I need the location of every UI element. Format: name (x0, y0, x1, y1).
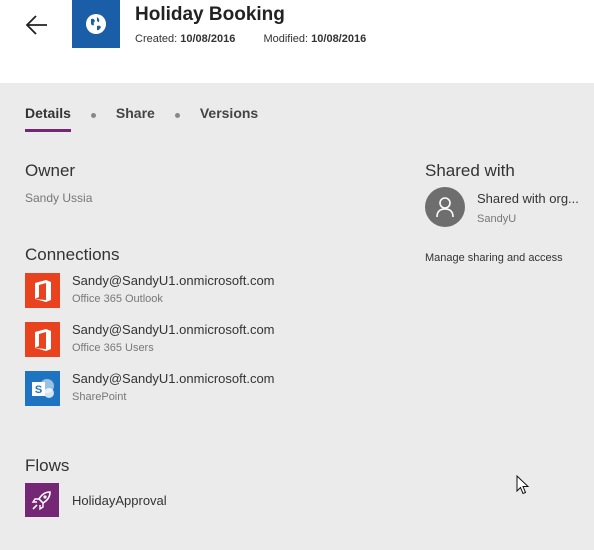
svg-text:S: S (34, 384, 41, 396)
modified-label: Modified: (263, 33, 309, 45)
mouse-cursor-icon (516, 475, 530, 495)
shared-entry-user: SandyU (477, 213, 517, 225)
shared-entry-name: Shared with org... (477, 191, 579, 206)
modified-value: 10/08/2016 (311, 33, 367, 45)
shared-with-heading: Shared with (425, 161, 515, 180)
app-title: Holiday Booking (135, 4, 285, 25)
office-icon (25, 273, 60, 308)
connection-account: Sandy@SandyU1.onmicrosoft.com (72, 273, 275, 288)
connections-heading: Connections (25, 245, 120, 264)
rocket-icon (25, 483, 59, 517)
back-button[interactable] (22, 10, 52, 40)
connection-service: Office 365 Outlook (72, 293, 163, 305)
tab-separator (90, 113, 96, 118)
owner-name: Sandy Ussia (25, 191, 93, 205)
connection-account: Sandy@SandyU1.onmicrosoft.com (72, 371, 275, 386)
connection-service: SharePoint (72, 391, 127, 403)
sharepoint-icon: S (25, 371, 60, 406)
tab-details[interactable]: Details (25, 105, 71, 132)
tab-versions[interactable]: Versions (200, 105, 258, 129)
app-dates: Created: 10/08/2016 Modified: 10/08/2016 (135, 33, 366, 45)
shared-entry: Shared with org... SandyU (425, 187, 590, 231)
avatar (425, 187, 465, 227)
office-icon (25, 322, 60, 357)
owner-heading: Owner (25, 161, 76, 180)
app-icon (72, 0, 120, 48)
connection-account: Sandy@SandyU1.onmicrosoft.com (72, 322, 275, 337)
globe-icon (86, 14, 106, 34)
connection-item[interactable]: Sandy@SandyU1.onmicrosoft.com Office 365… (25, 322, 385, 358)
app-header: Holiday Booking Created: 10/08/2016 Modi… (0, 0, 594, 83)
flows-heading: Flows (25, 456, 70, 475)
person-icon (436, 197, 454, 218)
connection-item[interactable]: Sandy@SandyU1.onmicrosoft.com Office 365… (25, 273, 385, 309)
tab-separator (174, 113, 180, 118)
connection-service: Office 365 Users (72, 342, 154, 354)
arrow-left-icon (25, 15, 47, 35)
created-value: 10/08/2016 (180, 33, 236, 45)
tab-share[interactable]: Share (116, 105, 155, 129)
created-label: Created: (135, 33, 178, 45)
tab-bar: Details Share Versions (25, 105, 258, 132)
flow-name: HolidayApproval (72, 493, 167, 508)
flow-item[interactable]: HolidayApproval (25, 483, 325, 517)
connection-item[interactable]: S Sandy@SandyU1.onmicrosoft.com SharePoi… (25, 371, 385, 407)
manage-sharing-link[interactable]: Manage sharing and access (425, 252, 563, 264)
